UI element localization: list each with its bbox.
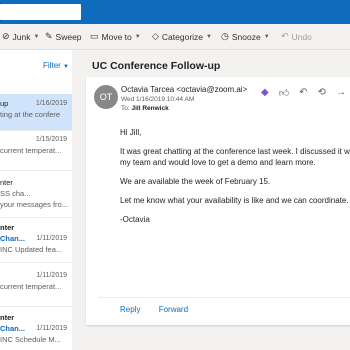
message-body: Hi Jill, It was great chatting at the co…	[120, 128, 350, 224]
command-toolbar: ⊘ Junk ▼ ✎ Sweep ▭ Move to ▼ ◇ Categoriz…	[0, 24, 350, 50]
tag-icon: ◇	[152, 31, 159, 41]
message-subject: UC Conference Follow-up	[92, 60, 221, 72]
reply-actions: Reply Forward	[120, 305, 204, 314]
chevron-down-icon: ▼	[206, 33, 212, 40]
list-item[interactable]: 1/11/2019 current temperat...	[0, 266, 72, 307]
filter-button[interactable]: Filter ▼	[43, 61, 69, 70]
chevron-down-icon: ▼	[263, 33, 270, 40]
reading-pane: UC Conference Follow-up OT Octavia Tarce…	[72, 50, 350, 350]
forward-icon[interactable]: →	[336, 87, 346, 99]
recipient-line: To: Jill Renwick	[121, 105, 169, 112]
message-card: OT Octavia Tarcea <octavia@zoom.ai> Wed …	[86, 77, 350, 325]
snooze-button[interactable]: ◷ Snooze ▼	[221, 31, 270, 42]
chevron-down-icon: ▼	[134, 33, 141, 40]
reply-icon[interactable]: ↶	[299, 87, 307, 99]
forward-button[interactable]: Forward	[159, 305, 188, 314]
categorize-button[interactable]: ◇ Categorize ▼	[152, 31, 212, 42]
divider	[98, 297, 350, 298]
undo-icon: ↶	[281, 31, 289, 41]
junk-icon: ⊘	[2, 31, 10, 41]
sweep-button[interactable]: ✎ Sweep	[45, 31, 82, 42]
list-item[interactable]: nter Chan... 1/11/2019 INC Schedule M...	[0, 308, 72, 350]
list-item[interactable]: 1/15/2019 current temperat...	[0, 130, 72, 171]
reply-all-icon[interactable]: ⟲	[318, 87, 326, 99]
sweep-icon: ✎	[45, 31, 53, 41]
junk-button[interactable]: ⊘ Junk ▼	[2, 31, 39, 42]
chevron-down-icon: ▼	[33, 33, 40, 40]
like-icon[interactable]: 👍︎	[279, 87, 289, 99]
top-bar	[0, 0, 350, 24]
chevron-down-icon: ▼	[63, 64, 69, 70]
avatar[interactable]: OT	[94, 85, 118, 109]
list-item[interactable]: up 1/16/2019 ting at the confere	[0, 94, 72, 131]
clock-icon: ◷	[221, 31, 229, 41]
folder-move-icon: ▭	[90, 31, 99, 41]
move-to-button[interactable]: ▭ Move to ▼	[90, 31, 141, 42]
list-item[interactable]: nter SS cha... your messages fro...	[0, 174, 72, 218]
undo-button[interactable]: ↶ Undo	[281, 31, 312, 42]
sender-name[interactable]: Octavia Tarcea <octavia@zoom.ai>	[121, 85, 247, 94]
search-input[interactable]	[0, 4, 81, 20]
message-list: Filter ▼ up 1/16/2019 ting at the confer…	[0, 50, 73, 350]
message-actions: ◆ 👍︎ ↶ ⟲ →	[261, 87, 350, 99]
reply-button[interactable]: Reply	[120, 305, 140, 314]
list-item[interactable]: nter Chan... 1/11/2019 INC Updated fea..…	[0, 220, 72, 263]
message-date: Wed 1/16/2019 10:44 AM	[121, 96, 195, 103]
addin-icon[interactable]: ◆	[261, 87, 269, 99]
